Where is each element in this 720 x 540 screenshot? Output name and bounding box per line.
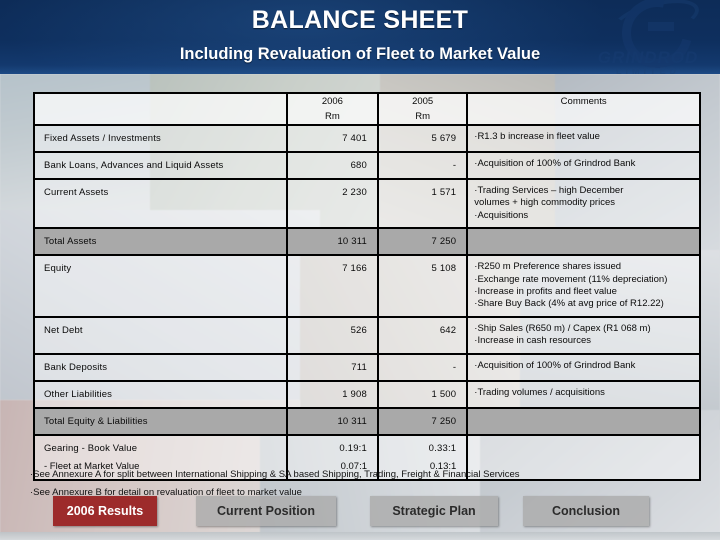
row-label: Current Assets — [33, 177, 288, 230]
footer-strip — [0, 532, 720, 540]
row-value-2005: 1 500 — [377, 379, 469, 409]
comment-line: ·Increase in profits and fleet value — [474, 286, 617, 298]
row-value-2006: 7 401 — [285, 124, 380, 153]
footnote-1: ·See Annexure A for split between Intern… — [30, 469, 520, 480]
table-row: Current Assets 2 230 1 571 ·Trading Service… — [33, 177, 701, 230]
grindrod-logo: GRINDROD LIMITED — [582, 0, 714, 74]
row-value-2006: 10 311 — [285, 406, 380, 436]
row-value-2005: - — [377, 151, 469, 180]
row-value-2006: 1 908 — [285, 379, 380, 409]
row-label: Total Assets — [33, 227, 288, 257]
comment-line: ·Acquisitions — [474, 209, 529, 221]
row-comments: ·Trading Services – high December volume… — [466, 177, 701, 230]
logo-g-bar-icon — [648, 22, 674, 31]
row-value-2005: 7 250 — [377, 406, 469, 436]
header-2005-year: 2005 — [412, 96, 434, 107]
comment-line: ·R250 m Preference shares issued — [474, 261, 622, 273]
gearing-label-book-value: Gearing - Book Value — [44, 442, 138, 454]
comment-line: ·R1.3 b increase in fleet value — [474, 131, 600, 142]
table-row: Equity 7 166 5 108 ·R250 m Preference share… — [33, 254, 701, 318]
header-2005-unit: Rm — [415, 111, 431, 122]
row-comments: ·Acquisition of 100% of Grindrod Bank — [466, 151, 701, 180]
row-value-2006: 2 230 — [285, 177, 380, 230]
row-value-2005: - — [377, 352, 469, 382]
header-cell-2005: 2005 Rm — [377, 92, 469, 126]
row-value-2005: 5 108 — [377, 254, 469, 318]
table-row: Fixed Assets / Investments 7 401 5 679 ·R1.… — [33, 124, 701, 153]
row-comments — [466, 406, 701, 436]
table-header-row: 2006 Rm 2005 Rm Comments — [33, 92, 701, 126]
comment-line: ·Increase in cash resources — [474, 335, 591, 347]
row-value-2006: 7 166 — [285, 254, 380, 318]
nav-button-2006-results[interactable]: 2006 Results — [53, 496, 157, 526]
comment-line: ·Exchange rate movement (11% depreciatio… — [474, 273, 668, 285]
row-label: Total Equity & Liabilities — [33, 406, 288, 436]
section-nav: 2006 Results Current Position Strategic Pl… — [0, 496, 720, 530]
comment-line: ·Trading volumes / acquisitions — [474, 386, 605, 398]
row-value-2005: 642 — [377, 315, 469, 355]
logo-wordmark: GRINDROD — [597, 48, 699, 67]
row-label: Bank Loans, Advances and Liquid Assets — [33, 151, 288, 180]
comment-line: ·Acquisition of 100% of Grindrod Bank — [474, 359, 636, 371]
nav-button-strategic-plan[interactable]: Strategic Plan — [370, 496, 498, 526]
slide-title-bar: BALANCE SHEET Including Revaluation of F… — [0, 0, 720, 74]
comment-line: ·Acquisition of 100% of Grindrod Bank — [474, 158, 636, 169]
row-comments: ·Trading volumes / acquisitions — [466, 379, 701, 409]
row-comments: ·Ship Sales (R650 m) / Capex (R1 068 m) ·… — [466, 315, 701, 355]
comment-line: volumes + high commodity prices — [474, 197, 615, 209]
row-value-2006: 10 311 — [285, 227, 380, 257]
comment-line: ·Ship Sales (R650 m) / Capex (R1 068 m) — [474, 322, 651, 334]
table-row: Total Assets 10 311 7 250 — [33, 227, 701, 257]
row-value-2006: 526 — [285, 315, 380, 355]
row-label: Net Debt — [33, 315, 288, 355]
row-comments: ·R1.3 b increase in fleet value — [466, 124, 701, 153]
table-row: Total Equity & Liabilities 10 311 7 250 — [33, 406, 701, 436]
table-row: Other Liabilities 1 908 1 500 ·Trading volu… — [33, 379, 701, 409]
row-comments: ·R250 m Preference shares issued ·Exchang… — [466, 254, 701, 318]
table-row: Bank Deposits 711- ·Acquisition of 100% of… — [33, 352, 701, 382]
header-cell-comments: Comments — [466, 92, 701, 126]
row-comments — [466, 227, 701, 257]
row-value-2005: 7 250 — [377, 227, 469, 257]
row-value-2005: 1 571 — [377, 177, 469, 230]
gearing-book-2006: 0.19:1 — [339, 442, 368, 454]
row-value-2005: 5 679 — [377, 124, 469, 153]
row-label: Bank Deposits — [33, 352, 288, 382]
row-value-2006: 711 — [285, 352, 380, 382]
balance-sheet-table: 2006 Rm 2005 Rm Comments Fixed Assets / Inves… — [33, 92, 701, 481]
header-cell-2006: 2006 Rm — [285, 92, 380, 126]
row-label: Equity — [33, 254, 288, 318]
logo-subtext: LIMITED — [616, 66, 680, 74]
gearing-book-2005: 0.33:1 — [428, 442, 457, 454]
table-row: Bank Loans, Advances and Liquid Assets 68… — [33, 151, 701, 180]
header-cell-blank — [33, 92, 288, 126]
header-2006-unit: Rm — [324, 111, 340, 122]
nav-button-conclusion[interactable]: Conclusion — [523, 496, 649, 526]
row-value-2006: 680 — [285, 151, 380, 180]
comment-line: ·Share Buy Back (4% at avg price of R12.… — [474, 298, 664, 310]
comment-line: ·Trading Services – high December — [474, 185, 624, 196]
table-row: Net Debt 526 642 ·Ship Sales (R650 m) / Cap… — [33, 315, 701, 355]
header-2006-year: 2006 — [321, 96, 343, 107]
row-label: Fixed Assets / Investments — [33, 124, 288, 153]
nav-button-current-position[interactable]: Current Position — [196, 496, 336, 526]
row-comments: ·Acquisition of 100% of Grindrod Bank — [466, 352, 701, 382]
row-label: Other Liabilities — [33, 379, 288, 409]
